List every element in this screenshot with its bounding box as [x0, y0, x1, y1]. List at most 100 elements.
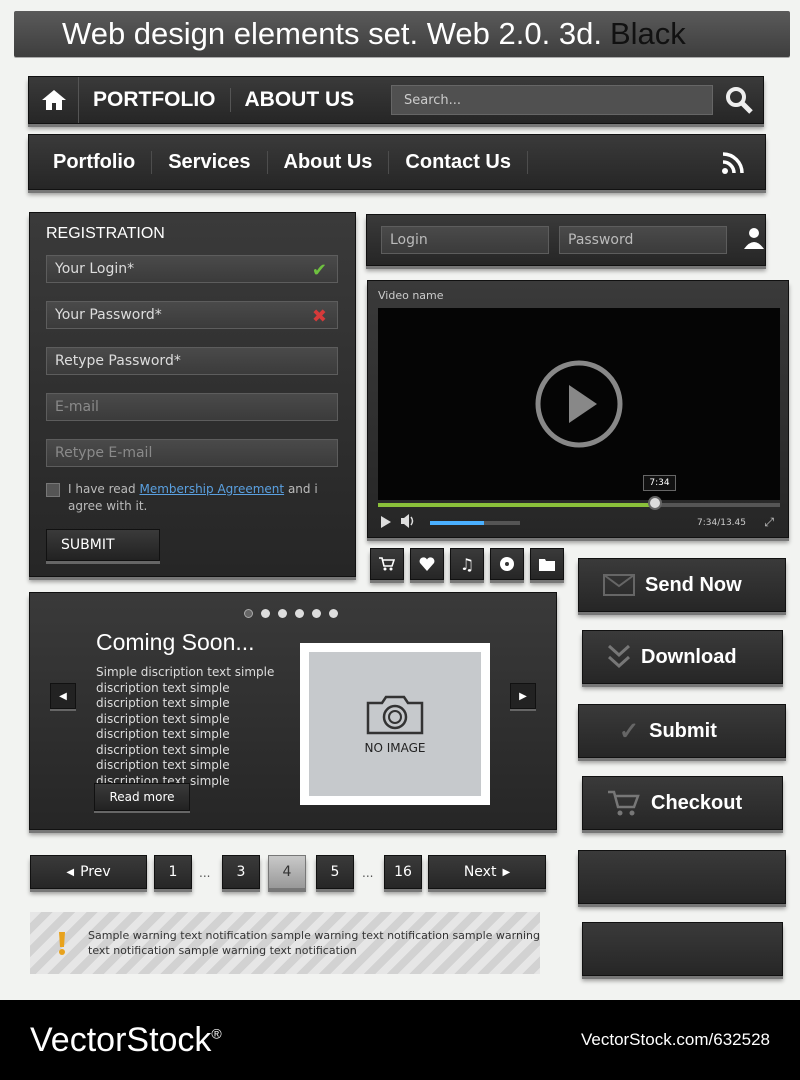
footer-bar: VectorStock® VectorStock.com/632528 [0, 1000, 800, 1080]
checkmark-icon: ✓ [619, 717, 640, 745]
error-icon: ✖ [311, 306, 327, 327]
nav-item-contact-us[interactable]: Contact Us [389, 150, 528, 174]
play-button-icon[interactable] [380, 513, 392, 532]
video-screen[interactable] [378, 308, 780, 500]
agreement-checkbox[interactable] [46, 483, 60, 497]
disc-button[interactable] [490, 548, 524, 580]
slider-dot[interactable] [244, 609, 253, 618]
fullscreen-icon[interactable]: ⤢ [764, 515, 774, 530]
envelope-icon [603, 574, 635, 596]
download-icon [607, 644, 631, 669]
download-button[interactable]: Download [582, 630, 783, 684]
slider-dot[interactable] [329, 609, 338, 618]
password-input[interactable]: Password [559, 226, 727, 254]
login-bar: Login Password [366, 214, 766, 266]
heart-icon [419, 557, 435, 571]
nav-item-services[interactable]: Services [152, 150, 268, 174]
footer-brand: VectorStock® [30, 1021, 222, 1060]
page-16-button[interactable]: 16 [384, 855, 422, 889]
chevron-right-icon: ▶ [519, 690, 527, 702]
cart-icon [608, 790, 640, 816]
slider-dot[interactable] [312, 609, 321, 618]
nav-item-portfolio[interactable]: Portfolio [39, 150, 153, 174]
footer-image-id: VectorStock.com/632528 [580, 1030, 770, 1049]
search-icon [726, 87, 753, 114]
password-field[interactable]: Your Password* ✖ [46, 301, 338, 329]
folder-button[interactable] [530, 548, 564, 580]
agreement-text: I have read Membership Agreement and i a… [68, 481, 338, 515]
page-1-button[interactable]: 1 [154, 855, 192, 889]
pagination-prev-button[interactable]: ◀ Prev [30, 855, 147, 889]
submit-label: Submit [649, 719, 717, 742]
music-button[interactable]: ♫ [450, 548, 484, 580]
membership-agreement-link[interactable]: Membership Agreement [139, 482, 284, 496]
retype-password-field[interactable]: Retype Password* [46, 347, 338, 375]
slider-dot[interactable] [261, 609, 270, 618]
login-input[interactable]: Login [381, 226, 549, 254]
download-label: Download [641, 645, 737, 668]
prev-label: Prev [80, 864, 111, 880]
pagination-next-button[interactable]: Next ▶ [428, 855, 546, 889]
check-icon: ✔ [311, 260, 327, 281]
image-placeholder: NO IMAGE [300, 643, 490, 805]
blank-button[interactable] [582, 922, 783, 976]
pagination-ellipsis: ... [362, 866, 374, 880]
slider-dot[interactable] [278, 609, 287, 618]
nav-item-about-us[interactable]: About Us [268, 150, 390, 174]
checkout-label: Checkout [651, 791, 743, 814]
registration-submit-button[interactable]: SUBMIT [46, 529, 160, 561]
cart-button[interactable] [370, 548, 404, 580]
checkout-button[interactable]: Checkout [582, 776, 783, 830]
rss-icon[interactable] [721, 151, 745, 179]
video-name: Video name [378, 289, 444, 302]
retype-email-label: Retype E-mail [55, 445, 153, 461]
submit-button[interactable]: ✓ Submit [578, 704, 786, 758]
retype-email-field[interactable]: Retype E-mail [46, 439, 338, 467]
slider-next-button[interactable]: ▶ [510, 683, 536, 709]
registration-form: REGISTRATION Your Login* ✔ Your Password… [29, 212, 356, 577]
email-label: E-mail [55, 399, 99, 415]
slider-heading: Coming Soon... [96, 629, 255, 655]
play-icon[interactable] [534, 359, 624, 449]
video-controls: 7:34/13.45 ⤢ [380, 513, 780, 532]
home-button[interactable] [29, 77, 79, 123]
search-button[interactable] [719, 83, 759, 117]
no-image-label: NO IMAGE [364, 741, 426, 755]
pagination-ellipsis: ... [199, 866, 211, 880]
warning-notification: Sample warning text notification sample … [30, 912, 540, 974]
registration-heading: REGISTRATION [46, 225, 165, 242]
login-field[interactable]: Your Login* ✔ [46, 255, 338, 283]
volume-fill [430, 520, 484, 525]
page-4-button[interactable]: 4 [268, 855, 306, 889]
chevron-right-icon: ▶ [502, 866, 511, 878]
disc-icon [500, 557, 514, 571]
search-input[interactable]: Search... [391, 85, 713, 115]
slider-dot[interactable] [295, 609, 304, 618]
slider-prev-button[interactable]: ◀ [50, 683, 76, 709]
heart-button[interactable] [410, 548, 444, 580]
page-5-button[interactable]: 5 [316, 855, 354, 889]
video-player: Video name 7:34 7:34/13.45 ⤢ [367, 280, 789, 538]
video-progress-bar[interactable] [378, 503, 780, 507]
login-field-label: Your Login* [55, 261, 135, 277]
title-highlight: Black [609, 16, 686, 51]
camera-icon [366, 695, 424, 735]
email-field[interactable]: E-mail [46, 393, 338, 421]
content-slider: ◀ ▶ Coming Soon... Simple discription te… [29, 592, 557, 830]
video-progress-knob[interactable] [648, 496, 663, 510]
blank-button[interactable] [578, 850, 786, 904]
music-icon: ♫ [459, 554, 475, 574]
nav-about-us[interactable]: ABOUT US [231, 88, 369, 112]
read-more-button[interactable]: Read more [94, 783, 190, 811]
warning-text: Sample warning text notification sample … [88, 929, 540, 957]
chevron-left-icon: ◀ [66, 866, 75, 878]
volume-slider[interactable] [430, 520, 520, 525]
user-icon[interactable] [743, 227, 765, 253]
page-3-button[interactable]: 3 [222, 855, 260, 889]
main-nav-bar: Portfolio Services About Us Contact Us [28, 134, 766, 190]
top-nav-bar: PORTFOLIO ABOUT US Search... [28, 76, 764, 124]
send-now-button[interactable]: Send Now [578, 558, 786, 612]
agree-prefix: I have read [68, 482, 136, 496]
volume-icon[interactable] [400, 513, 416, 532]
nav-portfolio[interactable]: PORTFOLIO [79, 88, 231, 112]
